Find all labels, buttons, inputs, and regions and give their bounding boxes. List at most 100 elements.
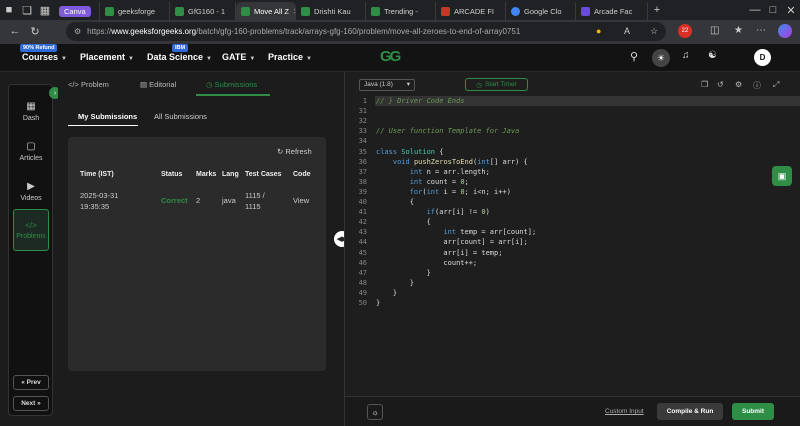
courses-menu[interactable]: Courses ▼ xyxy=(22,52,67,62)
refresh-button[interactable]: ↻ Refresh xyxy=(277,147,312,156)
gate-label: GATE xyxy=(222,52,247,62)
gate-menu[interactable]: GATE ▼ xyxy=(222,52,255,62)
language-select[interactable]: Java (1.8) ▾ xyxy=(359,79,415,91)
browser-tab[interactable]: Drishti Kau xyxy=(296,2,366,20)
fullscreen-icon[interactable]: ⤢ xyxy=(773,80,779,90)
code-line[interactable]: count++; xyxy=(376,258,477,268)
browser-tab[interactable]: Arcade Fac xyxy=(576,2,648,20)
code-line[interactable]: } xyxy=(376,298,380,308)
dashboard-icon: ▦ xyxy=(26,100,36,112)
rail-item-dash[interactable]: ▦ Dash xyxy=(13,91,49,131)
code-line[interactable]: // } Driver Code Ends xyxy=(376,96,465,106)
reload-icon[interactable]: ↻ xyxy=(26,25,44,38)
minimize-icon[interactable]: — xyxy=(746,4,764,16)
site-info-icon[interactable]: ⚙ xyxy=(74,27,81,36)
url-path: /batch/gfg-160-problems/track/arrays-gfg… xyxy=(196,27,521,36)
code-line[interactable]: arr[i] = temp; xyxy=(376,248,502,258)
gfg-logo[interactable]: GG xyxy=(380,48,401,65)
line-number: 44 xyxy=(358,238,367,247)
address-bar[interactable]: ⚙ https://www.geeksforgeeks.org/batch/gf… xyxy=(66,22,666,41)
all-submissions-tab[interactable]: All Submissions xyxy=(154,112,207,121)
code-line[interactable]: if(arr[i] != 0) xyxy=(376,207,490,217)
settings-icon[interactable]: ⚙ xyxy=(735,80,742,89)
code-line[interactable]: } xyxy=(376,268,431,278)
code-line[interactable]: void pushZerosToEnd(int[] arr) { xyxy=(376,157,528,167)
close-window-icon[interactable]: ✕ xyxy=(782,4,800,17)
tab-actions-icon[interactable]: ❏ xyxy=(18,4,36,17)
data-science-menu[interactable]: Data Science ▼ xyxy=(147,52,212,62)
compile-run-button[interactable]: Compile & Run xyxy=(657,403,723,420)
code-line[interactable]: arr[count] = arr[i]; xyxy=(376,237,527,247)
browser-tab[interactable]: ARCADE FI xyxy=(436,2,506,20)
code-line[interactable]: } xyxy=(376,278,414,288)
extension-badge-icon[interactable]: 22 xyxy=(678,24,692,38)
browser-tab[interactable]: Trending - xyxy=(366,2,436,20)
tab-problem[interactable]: </> Problem xyxy=(68,80,109,89)
browser-tab[interactable]: GfG160 - 1 xyxy=(170,2,236,20)
my-submissions-tab[interactable]: My Submissions xyxy=(78,112,137,121)
courses-label: Courses xyxy=(22,52,59,62)
copilot-icon[interactable] xyxy=(778,24,792,38)
notification-bell-icon[interactable]: ♫ xyxy=(682,50,690,61)
code-line[interactable]: for(int i = 0; i<n; i++) xyxy=(376,187,511,197)
submit-button[interactable]: Submit xyxy=(732,403,774,420)
read-aloud-icon[interactable]: A xyxy=(624,26,630,36)
tab-editorial[interactable]: ▤ Editorial xyxy=(140,80,176,89)
start-timer-button[interactable]: ◷ Start Timer xyxy=(465,78,528,91)
view-code-link[interactable]: View xyxy=(293,195,309,206)
arcade-facilitator-favicon-icon xyxy=(581,6,590,16)
theme-toggle-icon[interactable]: ☀ xyxy=(652,49,670,67)
translate-icon[interactable]: ☯ xyxy=(708,50,717,61)
code-line[interactable]: { xyxy=(376,217,431,227)
rail-item-articles[interactable]: ▢ Articles xyxy=(13,131,49,171)
header-code: Code xyxy=(293,171,311,178)
code-line[interactable]: // User function Template for Java xyxy=(376,126,519,136)
geeksforgeeks-favicon-icon xyxy=(371,6,380,16)
code-area[interactable]: 1 // } Driver Code Ends 31 32 33 // User func… xyxy=(345,96,800,396)
custom-input-link[interactable]: Custom Input xyxy=(605,408,644,415)
browser-tab-canva[interactable]: Canva xyxy=(54,2,100,20)
browser-tab[interactable]: geeksforge xyxy=(100,2,170,20)
vertical-tabs-icon[interactable]: ▦ xyxy=(36,4,54,17)
site-header: 90% Refund Courses ▼ Placement ▼ IBM Data … xyxy=(0,44,800,72)
code-line[interactable]: int count = 0; xyxy=(376,177,469,187)
copy-icon[interactable]: ❐ xyxy=(701,80,708,89)
hint-bulb-icon[interactable]: ☼ xyxy=(367,404,383,420)
tab-label: GfG160 - 1 xyxy=(188,6,226,16)
placement-menu[interactable]: Placement ▼ xyxy=(80,52,134,62)
test-cases-passed: 1115 / xyxy=(245,191,265,200)
clock-icon: ◷ xyxy=(206,80,215,89)
browser-tab-active[interactable]: Move All Z ✕ xyxy=(236,2,296,20)
avatar[interactable]: D xyxy=(754,49,771,66)
split-screen-icon[interactable]: ◫ xyxy=(710,25,719,36)
profile-icon[interactable]: ■ xyxy=(0,4,18,16)
favorites-icon[interactable]: ★ xyxy=(734,25,743,36)
reset-icon[interactable]: ↺ xyxy=(717,80,724,89)
tab-submissions[interactable]: ◷ Submissions xyxy=(206,80,257,89)
chat-icon[interactable]: ▣ xyxy=(772,166,792,186)
rail-item-label: Dash xyxy=(22,114,40,122)
browser-tab[interactable]: Google Clo xyxy=(506,2,576,20)
extension-icon[interactable]: ● xyxy=(596,26,601,36)
rail-item-label: Problems xyxy=(16,232,46,240)
rail-item-problems[interactable]: </> Problems xyxy=(13,209,49,251)
search-icon[interactable]: ⚲ xyxy=(630,50,638,63)
next-button[interactable]: Next » xyxy=(13,396,49,411)
more-options-icon[interactable]: ⋯ xyxy=(756,25,766,36)
code-line[interactable]: int n = arr.length; xyxy=(376,167,490,177)
code-line[interactable]: } xyxy=(376,288,397,298)
new-tab-icon[interactable]: + xyxy=(648,4,666,16)
prev-button[interactable]: « Prev xyxy=(13,375,49,390)
practice-menu[interactable]: Practice ▼ xyxy=(268,52,312,62)
code-line[interactable]: class Solution { xyxy=(376,147,443,157)
favorite-icon[interactable]: ☆ xyxy=(650,26,658,37)
chevron-down-icon: ▾ xyxy=(406,81,410,88)
info-icon[interactable]: ⓘ xyxy=(753,80,761,91)
line-number: 39 xyxy=(358,187,367,196)
code-line[interactable]: { xyxy=(376,197,414,207)
back-icon[interactable]: ← xyxy=(6,25,24,37)
rail-item-videos[interactable]: ▶ Videos xyxy=(13,171,49,211)
header-test-cases: Test Cases xyxy=(245,171,282,178)
maximize-icon[interactable]: □ xyxy=(764,4,782,16)
code-line[interactable]: int temp = arr[count]; xyxy=(376,227,536,237)
